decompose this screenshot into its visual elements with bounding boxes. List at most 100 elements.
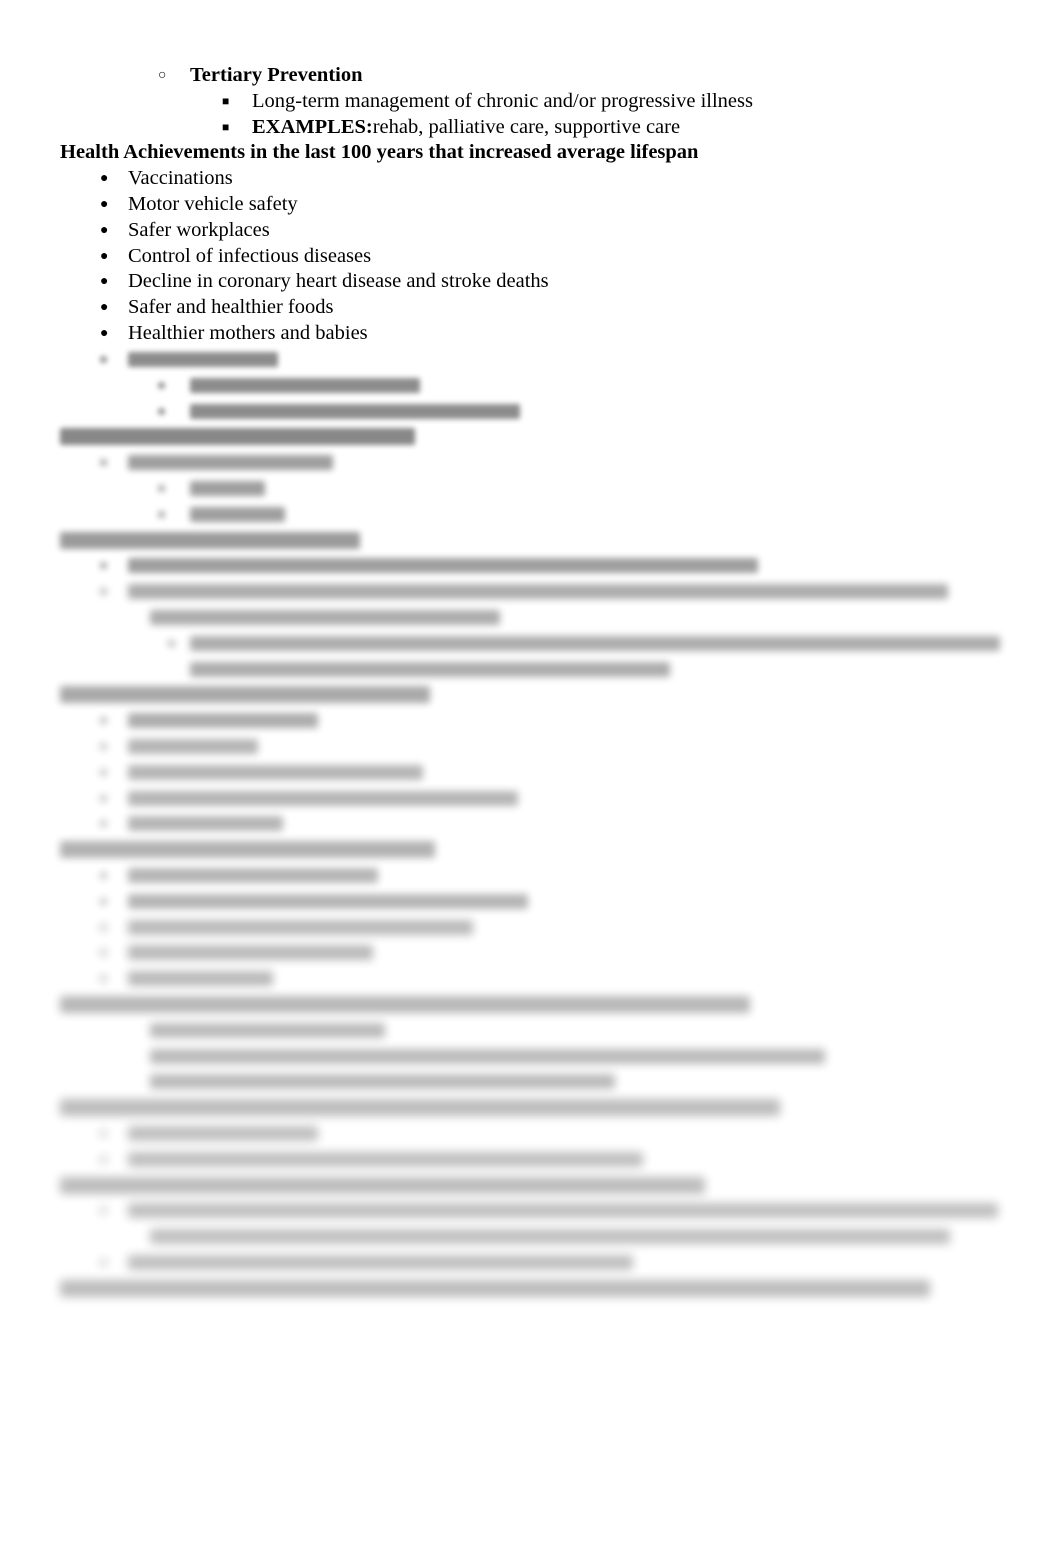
obscured-text-line <box>0 399 1062 425</box>
obscured-text-line <box>0 657 1062 683</box>
obscured-bullet-icon <box>100 356 107 363</box>
obscured-text-bar <box>128 1203 998 1219</box>
filled-disc-bullet-icon: ● <box>100 325 109 341</box>
list-item-label: Tertiary Prevention <box>190 64 363 86</box>
obscured-bullet-icon <box>100 1129 107 1137</box>
filled-disc-bullet-icon: ● <box>100 300 109 316</box>
list-item: ■ EXAMPLES: rehab, palliative care, suppo… <box>0 115 1062 141</box>
list-item-label: Control of infectious diseases <box>128 244 372 267</box>
obscured-text-line <box>0 708 1062 734</box>
obscured-bullet-icon <box>158 510 165 518</box>
list-item: ■ Long-term management of chronic and/or … <box>0 89 1062 115</box>
obscured-text-bar <box>60 686 430 704</box>
filled-disc-bullet-icon: ● <box>100 171 109 187</box>
obscured-bullet-icon <box>168 639 175 647</box>
obscured-text-bar <box>128 1254 633 1270</box>
obscured-text-line <box>0 1198 1062 1224</box>
obscured-text-bar <box>60 1279 930 1297</box>
obscured-bullet-icon <box>158 381 165 389</box>
obscured-text-bar <box>190 480 265 496</box>
obscured-text-bar <box>150 1048 825 1064</box>
obscured-text-line <box>0 734 1062 760</box>
obscured-text-bar <box>150 609 500 625</box>
obscured-text-bar <box>128 945 373 961</box>
obscured-text-line <box>0 605 1062 631</box>
obscured-text-line <box>0 1069 1062 1095</box>
obscured-text-bar <box>150 1074 615 1090</box>
obscured-text-line <box>0 631 1062 657</box>
obscured-text-line <box>0 940 1062 966</box>
list-item-label: rehab, palliative care, supportive care <box>372 115 681 138</box>
obscured-text-bar <box>128 867 378 883</box>
obscured-text-line <box>0 760 1062 786</box>
obscured-text-bar <box>190 506 285 522</box>
obscured-text-line <box>0 915 1062 941</box>
obscured-heading-line <box>0 992 1062 1018</box>
obscured-bullet-icon <box>100 717 107 725</box>
obscured-text-bar <box>128 352 278 367</box>
obscured-text-bar <box>150 1229 950 1245</box>
obscured-text-bar <box>60 995 750 1013</box>
obscured-bullet-icon <box>100 1258 107 1266</box>
obscured-text-bar <box>60 1099 780 1117</box>
obscured-bullet-icon <box>158 407 165 415</box>
obscured-text-bar <box>128 558 758 574</box>
obscured-text-line <box>0 450 1062 476</box>
obscured-bullet-icon <box>100 562 107 570</box>
obscured-bullet-icon <box>100 1155 107 1163</box>
list-item: ● Safer workplaces <box>0 218 1062 244</box>
obscured-text-bar <box>190 635 1000 651</box>
obscured-bullet-icon <box>100 1207 107 1215</box>
obscured-text-bar <box>60 531 360 549</box>
list-item: ○ Tertiary Prevention <box>0 63 1062 89</box>
obscured-text-line <box>0 1044 1062 1070</box>
list-item: ● Safer and healthier foods <box>0 295 1062 321</box>
obscured-text-bar <box>128 764 423 780</box>
obscured-text-bar <box>128 919 473 935</box>
obscured-bullet-icon <box>100 820 107 828</box>
list-item: ● Healthier mothers and babies <box>0 321 1062 347</box>
obscured-text-line <box>0 347 1062 373</box>
obscured-text-line <box>0 966 1062 992</box>
obscured-text-line <box>0 579 1062 605</box>
list-item-label: Vaccinations <box>128 167 233 190</box>
obscured-text-line <box>0 502 1062 528</box>
obscured-text-line <box>0 863 1062 889</box>
obscured-heading-line <box>0 1276 1062 1302</box>
obscured-bullet-icon <box>100 588 107 596</box>
obscured-bullet-icon <box>100 897 107 905</box>
section-heading-label: Health Achievements in the last 100 year… <box>60 141 699 164</box>
obscured-bullet-icon <box>100 923 107 931</box>
obscured-text-bar <box>128 455 333 471</box>
obscured-text-bar <box>150 1022 385 1038</box>
obscured-heading-line <box>0 528 1062 554</box>
list-item-label: Decline in coronary heart disease and st… <box>128 270 549 293</box>
obscured-bullet-icon <box>100 794 107 802</box>
obscured-bullet-icon <box>100 768 107 776</box>
obscured-text-line <box>0 786 1062 812</box>
list-item-label: Motor vehicle safety <box>128 192 298 215</box>
obscured-text-line <box>0 1224 1062 1250</box>
obscured-text-bar <box>128 584 948 600</box>
list-item: ● Vaccinations <box>0 166 1062 192</box>
list-item-label: Healthier mothers and babies <box>128 321 368 344</box>
list-item-label: Safer and healthier foods <box>128 296 334 319</box>
filled-disc-bullet-icon: ● <box>100 248 109 264</box>
obscured-text-line <box>0 1250 1062 1276</box>
obscured-heading-line <box>0 424 1062 450</box>
obscured-text-bar <box>190 403 520 419</box>
list-item-label: Long-term management of chronic and/or p… <box>252 89 753 112</box>
legible-text-block: ○ Tertiary Prevention ■ Long-term manageme… <box>0 63 1062 347</box>
obscured-text-bar <box>128 1151 643 1167</box>
obscured-text-bar <box>128 713 318 729</box>
hollow-circle-bullet-icon: ○ <box>158 68 167 83</box>
obscured-text-line <box>0 1147 1062 1173</box>
obscured-text-line <box>0 553 1062 579</box>
obscured-text-line <box>0 889 1062 915</box>
filled-disc-bullet-icon: ● <box>100 196 109 212</box>
obscured-text-bar <box>60 1176 705 1194</box>
list-item: ● Motor vehicle safety <box>0 192 1062 218</box>
filled-disc-bullet-icon: ● <box>100 274 109 290</box>
list-item-label: Safer workplaces <box>128 218 270 241</box>
filled-disc-bullet-icon: ● <box>100 222 109 238</box>
